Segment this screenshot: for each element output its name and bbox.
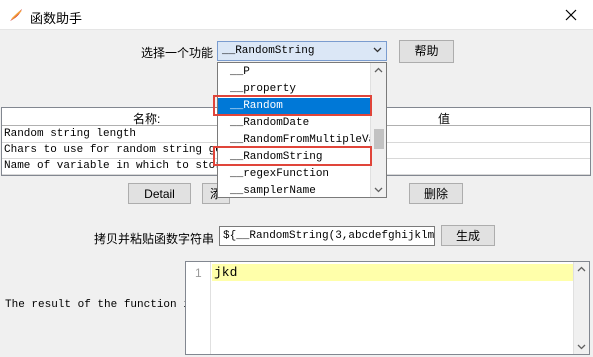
dropdown-item[interactable]: __samplerName [218, 183, 370, 197]
help-button[interactable]: 帮助 [399, 40, 454, 63]
dropdown-item[interactable]: __property [218, 81, 370, 98]
dropdown-item[interactable]: __RandomString [218, 149, 370, 166]
chevron-down-icon [373, 47, 382, 53]
function-dropdown-list[interactable]: __P __property __Random __RandomDate __R… [217, 62, 387, 198]
app-feather-icon [8, 7, 24, 23]
dropdown-item[interactable]: __P [218, 64, 370, 81]
scroll-up-icon [374, 67, 383, 73]
header-name: 名称: [133, 112, 161, 126]
dropdown-item[interactable]: __regexFunction [218, 166, 370, 183]
dropdown-item-selected[interactable]: __Random [218, 98, 370, 115]
dropdown-item[interactable]: __RandomFromMultipleVars [218, 132, 386, 149]
scroll-down-icon [577, 344, 586, 350]
generate-button[interactable]: 生成 [441, 225, 495, 246]
result-value: jkd [212, 264, 574, 281]
header-value: 值 [438, 112, 451, 126]
dropdown-scrollbar[interactable] [370, 63, 386, 197]
copy-paste-label: 拷贝并粘贴函数字符串 [94, 232, 215, 246]
result-label: The result of the function is [5, 299, 197, 311]
param-name: Random string length [4, 128, 137, 140]
scroll-up-icon [577, 266, 586, 272]
function-select-label: 选择一个功能 [141, 46, 214, 60]
param-name: Name of variable in which to store t [4, 160, 242, 172]
result-scrollbar[interactable] [573, 262, 589, 354]
close-icon [565, 9, 577, 21]
function-select[interactable]: __RandomString [217, 41, 387, 61]
line-number-gutter: 1 [186, 262, 211, 354]
function-string-input[interactable]: ${__RandomString(3,abcdefghijklmn,)} [219, 226, 435, 246]
param-name: Chars to use for random string gener [4, 144, 242, 156]
window-title: 函数助手 [30, 11, 83, 26]
result-textarea[interactable]: 1 jkd [185, 261, 590, 355]
close-button[interactable] [549, 0, 593, 30]
detail-button[interactable]: Detail [128, 183, 191, 204]
dropdown-item[interactable]: __RandomDate [218, 115, 370, 132]
scroll-down-icon [374, 187, 383, 193]
scrollbar-thumb[interactable] [374, 129, 384, 149]
line-number: 1 [195, 266, 202, 280]
function-select-value: __RandomString [222, 45, 315, 57]
delete-button[interactable]: 删除 [409, 183, 463, 204]
title-bar: 函数助手 [0, 0, 593, 30]
